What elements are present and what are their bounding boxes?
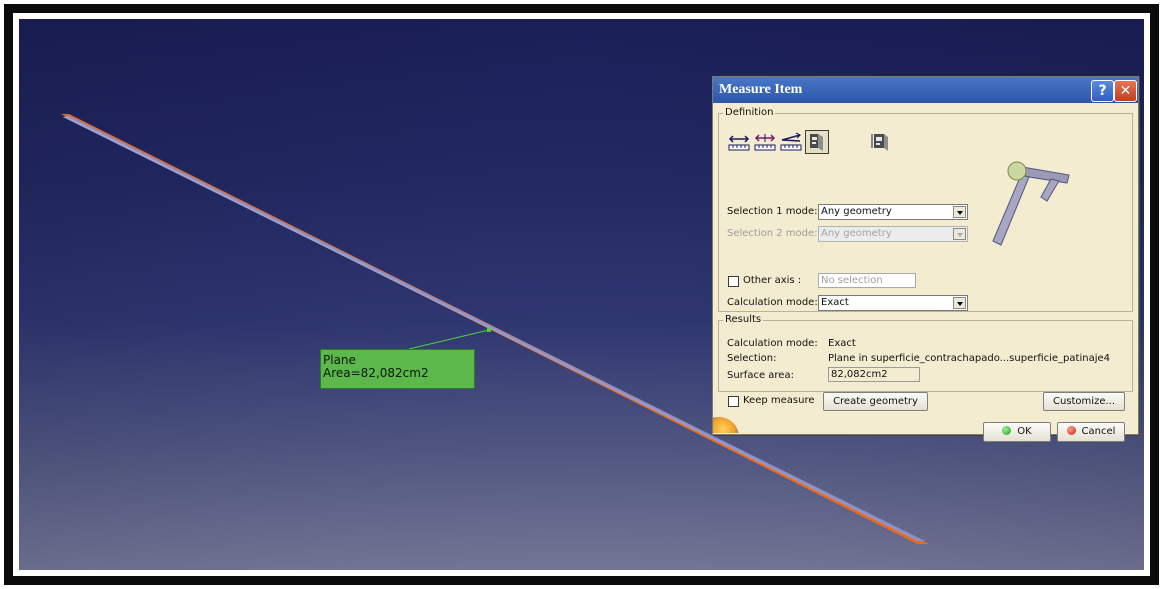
ok-icon (1002, 425, 1012, 435)
cancel-icon (1066, 425, 1076, 435)
result-calc-mode-label: Calculation mode: (727, 338, 818, 349)
create-geometry-button[interactable]: Create geometry (823, 392, 928, 411)
selection2-combo: Any geometry (818, 226, 968, 242)
caliper-icon (992, 161, 1070, 246)
selection1-combo[interactable]: Any geometry (818, 204, 968, 220)
annotation-anchor-point (487, 328, 491, 332)
selection1-value: Any geometry (821, 206, 892, 217)
ok-button[interactable]: OK (983, 422, 1051, 442)
3d-viewport[interactable]: Plane Area=82,082cm2 Measure Item ? ✕ De… (19, 19, 1144, 570)
measure-between-fan-icon[interactable] (779, 130, 803, 154)
annotation-area: Area=82,082cm2 (323, 366, 429, 380)
chevron-down-icon[interactable] (953, 297, 966, 309)
result-calc-mode-value: Exact (828, 338, 856, 349)
annotation-leader-line (408, 329, 490, 350)
surface-area-field: 82,082cm2 (828, 367, 920, 382)
measure-annotation[interactable]: Plane Area=82,082cm2 (320, 349, 475, 389)
definition-legend: Definition (723, 107, 776, 118)
keep-measure-checkbox[interactable] (728, 396, 739, 407)
close-button[interactable]: ✕ (1114, 80, 1137, 102)
help-button[interactable]: ? (1091, 80, 1114, 102)
dialog-titlebar[interactable]: Measure Item ? ✕ (713, 77, 1138, 103)
result-surface-area-label: Surface area: (727, 370, 794, 381)
results-legend: Results (723, 314, 764, 325)
keep-measure-label: Keep measure (743, 395, 815, 406)
other-axis-field[interactable]: No selection (818, 273, 916, 288)
dialog-title: Measure Item (719, 82, 803, 97)
selection2-label: Selection 2 mode: (727, 228, 818, 239)
globe-logo (713, 413, 749, 433)
calc-mode-combo[interactable]: Exact (818, 295, 968, 311)
screenshot-frame: Plane Area=82,082cm2 Measure Item ? ✕ De… (0, 0, 1163, 589)
measure-item-icon[interactable] (805, 130, 829, 154)
selection1-label: Selection 1 mode: (727, 206, 818, 217)
chevron-down-icon[interactable] (953, 206, 966, 218)
other-axis-label: Other axis : (743, 275, 802, 286)
measure-thickness-icon[interactable] (869, 130, 893, 154)
measure-between-chain-icon[interactable] (753, 130, 777, 154)
result-selection-label: Selection: (727, 353, 777, 364)
result-selection-value: Plane in superficie_contrachapado...supe… (828, 353, 1110, 364)
other-axis-checkbox[interactable] (728, 276, 739, 287)
chevron-down-icon (953, 228, 966, 240)
calc-mode-value: Exact (821, 297, 849, 308)
selection2-value: Any geometry (821, 228, 892, 239)
measure-between-icon[interactable] (727, 130, 751, 154)
calc-mode-label: Calculation mode: (727, 297, 818, 308)
measure-item-dialog: Measure Item ? ✕ Definition Selection 1 … (712, 76, 1139, 442)
cancel-button[interactable]: Cancel (1057, 422, 1125, 442)
customize-button[interactable]: Customize... (1043, 392, 1125, 411)
annotation-type: Plane (323, 353, 356, 367)
ok-label: OK (1017, 426, 1032, 437)
cancel-label: Cancel (1081, 426, 1116, 437)
